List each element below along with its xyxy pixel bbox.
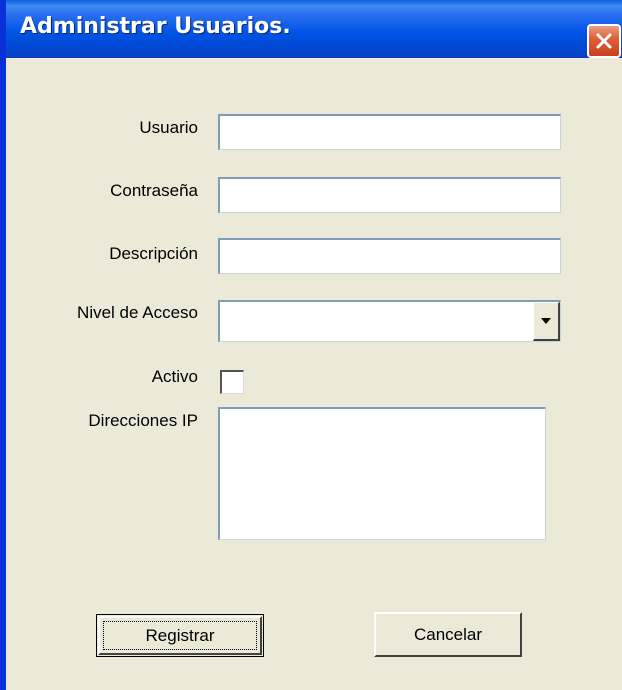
direcciones-ip-textarea[interactable] bbox=[218, 407, 546, 540]
registrar-button-label: Registrar bbox=[145, 625, 215, 645]
nivel-acceso-select[interactable] bbox=[218, 300, 561, 342]
window-title: Administrar Usuarios. bbox=[20, 14, 291, 39]
close-icon bbox=[596, 33, 612, 49]
direcciones-ip-label: Direcciones IP bbox=[88, 411, 198, 430]
descripcion-label: Descripción bbox=[109, 244, 198, 263]
registrar-button[interactable]: Registrar bbox=[96, 614, 264, 657]
title-bar[interactable]: Administrar Usuarios. bbox=[6, 0, 622, 58]
usuario-label: Usuario bbox=[139, 118, 198, 137]
chevron-down-icon bbox=[541, 318, 551, 324]
contrasena-label: Contraseña bbox=[110, 181, 198, 200]
dropdown-arrow-button[interactable] bbox=[533, 302, 560, 341]
activo-checkbox[interactable] bbox=[220, 370, 244, 394]
descripcion-input[interactable] bbox=[218, 238, 561, 274]
cancelar-button[interactable]: Cancelar bbox=[374, 612, 522, 657]
admin-users-dialog: Administrar Usuarios. Usuario Contraseña… bbox=[0, 0, 622, 690]
contrasena-input[interactable] bbox=[218, 177, 561, 213]
nivel-acceso-label: Nivel de Acceso bbox=[77, 303, 198, 322]
activo-label: Activo bbox=[151, 367, 198, 386]
close-button[interactable] bbox=[587, 24, 621, 58]
cancelar-button-label: Cancelar bbox=[413, 624, 483, 644]
usuario-input[interactable] bbox=[218, 114, 561, 150]
